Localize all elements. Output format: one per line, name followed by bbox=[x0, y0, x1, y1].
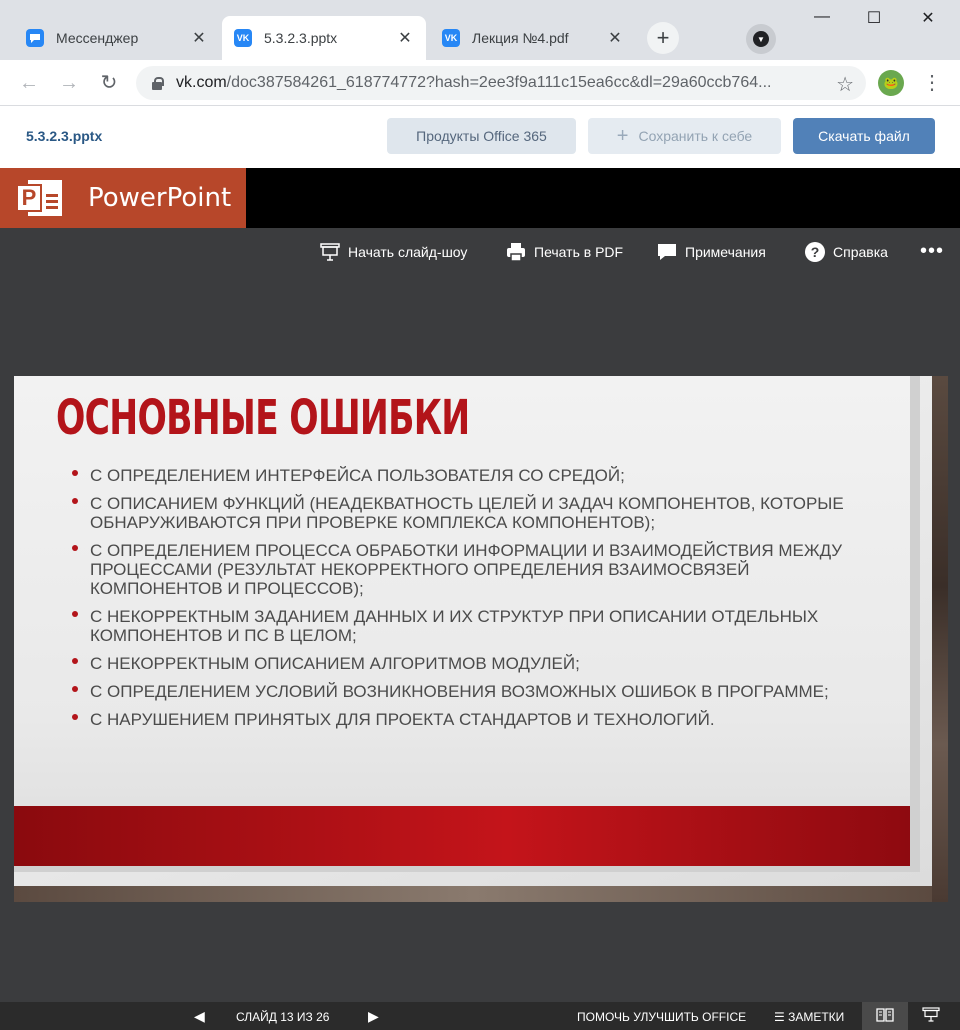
star-icon[interactable]: ☆ bbox=[836, 72, 854, 97]
notes-toggle-label: ЗАМЕТКИ bbox=[788, 1010, 845, 1024]
help-icon: ? bbox=[803, 240, 827, 264]
projector-icon bbox=[922, 1006, 940, 1026]
back-button[interactable]: ← bbox=[16, 70, 42, 96]
close-icon[interactable]: ✕ bbox=[396, 28, 414, 48]
url-field[interactable]: vk.com/doc387584261_618774772?hash=2ee3f… bbox=[136, 66, 866, 100]
save-to-self-button[interactable]: + Сохранить к себе bbox=[588, 118, 781, 154]
reload-button[interactable]: ↻ bbox=[96, 70, 122, 96]
save-to-self-label: Сохранить к себе bbox=[638, 128, 753, 144]
slide-counter: СЛАЙД 13 ИЗ 26 bbox=[236, 1010, 330, 1024]
start-slideshow-button[interactable]: Начать слайд-шоу bbox=[318, 240, 467, 264]
plus-icon: + bbox=[616, 124, 629, 147]
vk-icon: VK bbox=[234, 29, 252, 47]
slide-canvas: ОСНОВНЫЕ ОШИБКИ С определением интерфейс… bbox=[14, 376, 948, 902]
projector-icon bbox=[318, 240, 342, 264]
chevron-down-icon: ▼ bbox=[753, 31, 769, 47]
app-name: PowerPoint bbox=[88, 183, 232, 213]
bullet-item: С определением процесса обработки информ… bbox=[72, 541, 862, 598]
bullet-item: С определением условий возникновения воз… bbox=[72, 682, 862, 701]
tab-messenger[interactable]: Мессенджер ✕ bbox=[14, 16, 220, 60]
notes-lines-icon: ☰ bbox=[774, 1010, 789, 1024]
powerpoint-header: P PowerPoint bbox=[0, 168, 960, 228]
bullet-item: С некорректным описанием алгоритмов моду… bbox=[72, 654, 862, 673]
lock-icon bbox=[150, 76, 164, 90]
notes-toggle[interactable]: ☰ ЗАМЕТКИ bbox=[774, 1010, 844, 1024]
url-text: vk.com/doc387584261_618774772?hash=2ee3f… bbox=[176, 74, 772, 91]
vk-icon: VK bbox=[442, 29, 460, 47]
tab-title: Лекция №4.pdf bbox=[472, 30, 569, 46]
bullet-item: С определением интерфейса пользователя с… bbox=[72, 466, 862, 485]
start-slideshow-label: Начать слайд-шоу bbox=[348, 244, 468, 260]
tab-pdf[interactable]: VK Лекция №4.pdf ✕ bbox=[430, 16, 636, 60]
help-label: Справка bbox=[833, 244, 888, 260]
powerpoint-logo: P PowerPoint bbox=[0, 168, 246, 228]
help-button[interactable]: ? Справка bbox=[803, 240, 888, 264]
tab-search-button[interactable]: ▼ bbox=[746, 24, 776, 54]
office-products-button[interactable]: Продукты Office 365 bbox=[387, 118, 576, 154]
browser-menu-icon[interactable]: ⋮ bbox=[922, 68, 942, 98]
close-icon[interactable]: ✕ bbox=[190, 28, 208, 48]
document-filename[interactable]: 5.3.2.3.pptx bbox=[26, 128, 102, 144]
book-icon bbox=[876, 1007, 894, 1026]
maximize-button[interactable]: ☐ bbox=[864, 8, 884, 28]
window-close-button[interactable]: ✕ bbox=[918, 8, 938, 28]
print-pdf-button[interactable]: Печать в PDF bbox=[504, 240, 623, 264]
tab-title: 5.3.2.3.pptx bbox=[264, 30, 338, 46]
new-tab-button[interactable]: + bbox=[647, 22, 679, 54]
close-icon[interactable]: ✕ bbox=[606, 28, 624, 48]
printer-icon bbox=[504, 240, 528, 264]
bullet-item: С нарушением принятых для проекта станда… bbox=[72, 710, 862, 729]
bullet-item: С некорректным заданием данных и их стру… bbox=[72, 607, 862, 645]
improve-office-link[interactable]: ПОМОЧЬ УЛУЧШИТЬ OFFICE bbox=[577, 1010, 746, 1024]
print-pdf-label: Печать в PDF bbox=[534, 244, 624, 260]
address-bar: ← → ↻ vk.com/doc387584261_618774772?hash… bbox=[0, 60, 960, 106]
more-options-icon[interactable]: ••• bbox=[920, 240, 944, 263]
reading-view-button[interactable] bbox=[862, 1002, 908, 1030]
next-slide-button[interactable]: ▶ bbox=[368, 1008, 379, 1025]
status-bar: ◀ СЛАЙД 13 ИЗ 26 ▶ ПОМОЧЬ УЛУЧШИТЬ OFFIC… bbox=[0, 1002, 960, 1030]
powerpoint-icon: P bbox=[16, 178, 64, 218]
slideshow-view-button[interactable] bbox=[908, 1002, 954, 1030]
download-button[interactable]: Скачать файл bbox=[793, 118, 935, 154]
comment-icon bbox=[655, 240, 679, 264]
document-header: 5.3.2.3.pptx Продукты Office 365 + Сохра… bbox=[0, 106, 960, 168]
tab-title: Мессенджер bbox=[56, 30, 139, 46]
bullet-item: С описанием функций (неадекватность целе… bbox=[72, 494, 862, 532]
minimize-button[interactable]: — bbox=[812, 8, 832, 28]
notes-button[interactable]: Примечания bbox=[655, 240, 766, 264]
profile-avatar[interactable]: 🐸 bbox=[878, 70, 904, 96]
svg-text:?: ? bbox=[811, 244, 820, 260]
slide-bullet-list: С определением интерфейса пользователя с… bbox=[72, 466, 862, 738]
tab-pptx[interactable]: VK 5.3.2.3.pptx ✕ bbox=[222, 16, 426, 60]
notes-label: Примечания bbox=[685, 244, 766, 260]
slide-title: ОСНОВНЫЕ ОШИБКИ bbox=[56, 390, 470, 446]
forward-button[interactable]: → bbox=[56, 70, 82, 96]
slide-red-bar bbox=[14, 806, 910, 866]
chat-icon bbox=[26, 29, 44, 47]
tab-strip: Мессенджер ✕ VK 5.3.2.3.pptx ✕ VK Лекция… bbox=[0, 0, 960, 60]
previous-slide-button[interactable]: ◀ bbox=[194, 1008, 205, 1025]
